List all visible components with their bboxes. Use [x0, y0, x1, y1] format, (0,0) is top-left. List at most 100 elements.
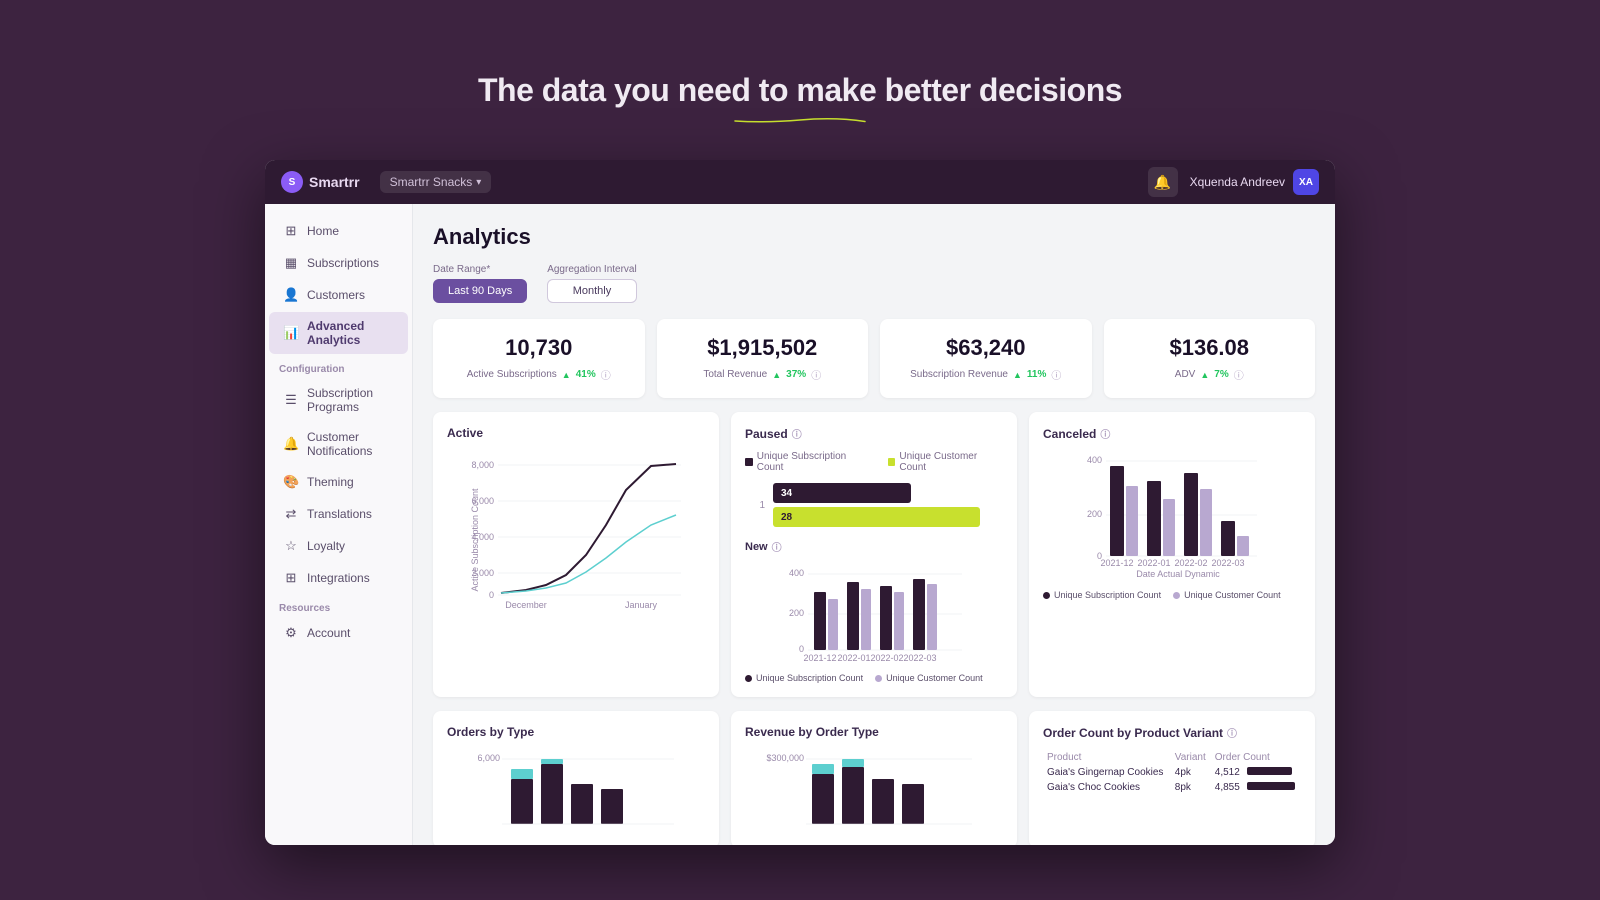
sidebar-item-loyalty[interactable]: ☆ Loyalty — [269, 531, 408, 561]
order-count: 4,855 — [1211, 780, 1301, 795]
paused-bar2-val: 28 — [781, 512, 792, 523]
kpi-label-row: Active Subscriptions ▲ 41% ⓘ — [467, 367, 611, 382]
kpi-value: $63,240 — [946, 335, 1026, 361]
topbar-logo: S Smartrr — [281, 171, 360, 193]
sidebar-item-label: Subscriptions — [307, 256, 379, 270]
order-count-variant-title: Order Count by Product Variant ⓘ — [1043, 725, 1301, 740]
svg-text:2022-01: 2022-01 — [1137, 558, 1170, 568]
kpi-label-row: Total Revenue ▲ 37% ⓘ — [703, 367, 821, 382]
revenue-by-type-card: Revenue by Order Type $300,000 — [731, 711, 1017, 845]
loyalty-icon: ☆ — [283, 538, 299, 554]
sidebar-item-advanced-analytics[interactable]: 📊 Advanced Analytics — [269, 312, 408, 354]
logo-icon: S — [281, 171, 303, 193]
kpi-label: Active Subscriptions — [467, 369, 557, 380]
svg-text:2022-01: 2022-01 — [837, 653, 870, 663]
cancelled-legend1: Unique Subscription Count — [1054, 590, 1161, 600]
sidebar-item-home[interactable]: ⊞ Home — [269, 216, 408, 246]
user-menu[interactable]: Xquenda Andreev XA — [1190, 169, 1319, 195]
sidebar-item-subscription-programs[interactable]: ☰ Subscription Programs — [269, 379, 408, 421]
kpi-value: 10,730 — [505, 335, 572, 361]
page-title: Analytics — [433, 224, 1315, 250]
sidebar: ⊞ Home ▦ Subscriptions 👤 Customers 📊 Adv… — [265, 204, 413, 845]
sidebar-item-theming[interactable]: 🎨 Theming — [269, 467, 408, 497]
cancelled-chart-card: Canceled ⓘ 400 200 0 — [1029, 412, 1315, 697]
orders-by-type-card: Orders by Type 6,000 — [433, 711, 719, 845]
resources-section-label: Resources — [265, 595, 412, 616]
kpi-label: ADV — [1175, 369, 1196, 380]
trend-pct: 11% — [1027, 369, 1046, 380]
aggregation-label: Aggregation Interval — [547, 264, 637, 275]
sidebar-item-label: Customers — [307, 288, 365, 302]
svg-text:8,000: 8,000 — [471, 460, 494, 470]
trend-arrow: ▲ — [772, 370, 781, 380]
charts-row-1: Active 8,000 6,000 4,000 2,000 0 Active … — [433, 412, 1315, 697]
store-name: Smartrr Snacks — [390, 175, 473, 189]
main-layout: ⊞ Home ▦ Subscriptions 👤 Customers 📊 Adv… — [265, 204, 1335, 845]
aggregation-button[interactable]: Monthly — [547, 279, 637, 303]
sidebar-item-customers[interactable]: 👤 Customers — [269, 280, 408, 310]
info-icon: ⓘ — [601, 367, 611, 382]
col-variant: Variant — [1171, 750, 1211, 765]
table-row: Gaia's Gingernap Cookies 4pk 4,512 — [1043, 765, 1301, 780]
topbar: S Smartrr Smartrr Snacks ▾ 🔔 Xquenda And… — [265, 160, 1335, 204]
trend-arrow: ▲ — [1013, 370, 1022, 380]
product-name: Gaia's Choc Cookies — [1043, 780, 1171, 795]
cancelled-legend2: Unique Customer Count — [1184, 590, 1281, 600]
svg-text:2021-12: 2021-12 — [1100, 558, 1133, 568]
sidebar-item-translations[interactable]: ⇄ Translations — [269, 499, 408, 529]
svg-text:$300,000: $300,000 — [766, 753, 804, 763]
col-product: Product — [1043, 750, 1171, 765]
variant-name: 8pk — [1171, 780, 1211, 795]
active-chart: 8,000 6,000 4,000 2,000 0 Active Subscri… — [447, 450, 705, 610]
hero-title: The data you need to make better decisio… — [0, 72, 1600, 109]
hero-underline — [660, 118, 940, 124]
trend-pct: 41% — [576, 369, 596, 380]
date-range-label: Date Range* — [433, 264, 527, 275]
order-count-variant-card: Order Count by Product Variant ⓘ Product… — [1029, 711, 1315, 845]
date-range-group: Date Range* Last 90 Days — [433, 264, 527, 303]
svg-text:December: December — [505, 600, 547, 610]
home-icon: ⊞ — [283, 223, 299, 239]
sidebar-item-label: Advanced Analytics — [307, 319, 394, 347]
sidebar-item-label: Account — [307, 626, 350, 640]
variant-name: 4pk — [1171, 765, 1211, 780]
kpi-label-row: ADV ▲ 7% ⓘ — [1175, 367, 1244, 382]
kpi-value: $136.08 — [1169, 335, 1249, 361]
paused-chart-title: Paused ⓘ — [745, 426, 1003, 441]
active-chart-card: Active 8,000 6,000 4,000 2,000 0 Active … — [433, 412, 719, 697]
trend-pct: 37% — [786, 369, 806, 380]
svg-text:Active Subscription Count: Active Subscription Count — [470, 488, 480, 592]
sidebar-item-integrations[interactable]: ⊞ Integrations — [269, 563, 408, 593]
svg-text:2022-02: 2022-02 — [1174, 558, 1207, 568]
config-section-label: Configuration — [265, 356, 412, 377]
svg-text:200: 200 — [1087, 509, 1102, 519]
trend-pct: 7% — [1214, 369, 1228, 380]
app-window: S Smartrr Smartrr Snacks ▾ 🔔 Xquenda And… — [265, 160, 1335, 845]
svg-text:0: 0 — [489, 590, 494, 600]
info-icon: ⓘ — [1051, 367, 1061, 382]
date-range-button[interactable]: Last 90 Days — [433, 279, 527, 303]
notifications-button[interactable]: 🔔 — [1148, 167, 1178, 197]
user-name: Xquenda Andreev — [1190, 175, 1285, 189]
active-chart-title: Active — [447, 426, 705, 440]
sidebar-item-label: Integrations — [307, 571, 370, 585]
kpi-total-revenue: $1,915,502 Total Revenue ▲ 37% ⓘ — [657, 319, 869, 398]
svg-text:400: 400 — [1087, 455, 1102, 465]
logo-text: Smartrr — [309, 174, 360, 190]
programs-icon: ☰ — [283, 392, 299, 408]
kpi-active-subscriptions: 10,730 Active Subscriptions ▲ 41% ⓘ — [433, 319, 645, 398]
info-icon: ⓘ — [811, 367, 821, 382]
sidebar-item-customer-notifications[interactable]: 🔔 Customer Notifications — [269, 423, 408, 465]
svg-text:2022-02: 2022-02 — [870, 653, 903, 663]
sidebar-item-account[interactable]: ⚙ Account — [269, 618, 408, 648]
sidebar-item-subscriptions[interactable]: ▦ Subscriptions — [269, 248, 408, 278]
trend-arrow: ▲ — [1200, 370, 1209, 380]
translations-icon: ⇄ — [283, 506, 299, 522]
kpi-label: Total Revenue — [703, 369, 767, 380]
user-avatar: XA — [1293, 169, 1319, 195]
store-selector[interactable]: Smartrr Snacks ▾ — [380, 171, 492, 193]
analytics-icon: 📊 — [283, 325, 299, 341]
info-icon: ⓘ — [1100, 426, 1110, 441]
svg-text:400: 400 — [789, 568, 804, 578]
new-chart-title: New ⓘ — [745, 539, 1003, 554]
